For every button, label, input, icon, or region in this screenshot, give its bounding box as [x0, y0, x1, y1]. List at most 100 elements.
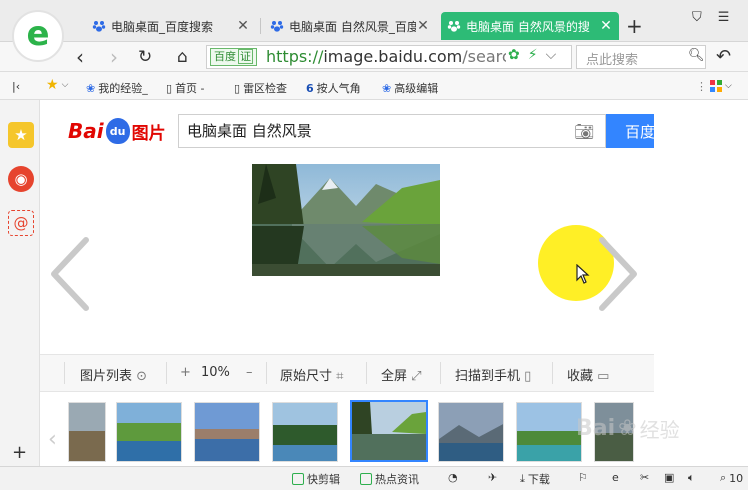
zoom-search-icon: ⌕	[720, 471, 727, 484]
favorite-label: 收藏	[567, 369, 594, 384]
tab-2-close-icon[interactable]: ✕	[416, 18, 430, 34]
toolbar-divider	[366, 362, 367, 384]
image-list-button[interactable]: 图片列表 ⊙	[80, 365, 147, 384]
hot-news-label: 热点资讯	[375, 473, 419, 486]
apps-grid-icon[interactable]: ⌵	[710, 80, 732, 92]
scan-to-phone-button[interactable]: 扫描到手机 ▯	[455, 365, 531, 384]
zoom-in-button[interactable]: +	[180, 365, 191, 380]
address-actions: ✿ ⚡ ⌵	[508, 47, 556, 63]
screenshot-icon[interactable]: ✂	[640, 471, 649, 484]
bookmark-item[interactable]: ❀ 我的经验_	[86, 80, 148, 96]
home-icon[interactable]: ⌂	[177, 44, 188, 70]
collapse-sidebar-icon[interactable]: |‹	[12, 80, 20, 93]
bookmark-item[interactable]: ❀ 高级编辑	[382, 80, 438, 96]
hot-news-button[interactable]: 热点资讯	[360, 471, 419, 487]
thumbnail[interactable]	[116, 402, 182, 462]
tab-1-close-icon[interactable]: ✕	[236, 18, 250, 34]
mute-icon[interactable]: ▣	[664, 471, 674, 484]
zoom-status[interactable]: ⌕ 10	[720, 471, 743, 485]
bookmark-label: 按人气角	[316, 82, 361, 95]
bookmark-item[interactable]: ▯ 雷区检查	[234, 80, 287, 96]
thumbnail[interactable]	[272, 402, 338, 462]
sidebar	[0, 100, 40, 466]
zoom-out-button[interactable]: –	[246, 365, 253, 380]
undo-icon[interactable]: ↶	[716, 46, 731, 67]
tab-1-label: 电脑桌面_百度搜索	[111, 19, 214, 34]
image-search-input[interactable]: 电脑桌面 自然风景	[178, 114, 606, 148]
watermark-logo: Bai ❀ 经验	[576, 414, 680, 443]
toolbar-divider	[166, 362, 167, 384]
skin-icon[interactable]: ⛉	[692, 10, 702, 25]
tab-1[interactable]: 电脑桌面_百度搜索 ✕	[86, 12, 256, 40]
lightning-icon[interactable]: ⚡	[528, 47, 538, 63]
chevron-down-icon[interactable]: ⌵	[546, 47, 557, 63]
watermark-text: Bai	[576, 416, 616, 441]
forward-icon[interactable]: ›	[110, 44, 118, 70]
bookmark-item[interactable]: ▯ 首页 -	[166, 80, 205, 96]
right-blank-panel	[654, 100, 748, 466]
browser-logo-icon[interactable]: e	[12, 10, 64, 62]
add-sidebar-icon[interactable]: +	[12, 442, 27, 463]
thumbnail-selected[interactable]	[350, 400, 428, 462]
tab-3-label: 电脑桌面 自然风景的搜	[466, 19, 590, 34]
thumbnail[interactable]	[68, 402, 106, 462]
speed-icon[interactable]: ◔	[448, 471, 458, 484]
fullscreen-button[interactable]: 全屏 ⤢	[381, 365, 422, 384]
logo-paw: du	[105, 118, 130, 144]
flag-icon[interactable]: ⚐	[578, 471, 588, 484]
next-image-arrow-icon[interactable]	[598, 236, 640, 315]
new-tab-icon[interactable]: +	[626, 14, 643, 38]
certificate-mark: 证	[238, 49, 253, 64]
search-icon[interactable]: 🔍︎	[688, 48, 705, 63]
play-icon	[292, 473, 304, 485]
download-button[interactable]: ⤓ 下载	[520, 471, 550, 487]
weibo-icon[interactable]: ◉	[8, 166, 34, 192]
thumbnail[interactable]	[438, 402, 504, 462]
search-input[interactable]: 点此搜索	[586, 49, 638, 68]
tab-3-close-icon[interactable]: ✕	[599, 18, 613, 34]
site-certificate-badge[interactable]: 百度证	[210, 48, 257, 66]
original-size-button[interactable]: 原始尺寸 ⌗	[280, 365, 343, 384]
camera-icon[interactable]: 📷︎	[574, 122, 594, 141]
mouse-cursor-icon	[576, 263, 590, 287]
toolbar-divider	[64, 362, 65, 384]
favorites-icon[interactable]: ★	[8, 122, 34, 148]
favorites-star-icon[interactable]: ★ ⌵	[46, 77, 68, 93]
ie-icon[interactable]: e	[612, 471, 619, 484]
back-icon[interactable]: ‹	[76, 44, 84, 70]
page-icon: ▯	[234, 81, 241, 95]
more-icon[interactable]: ⋮	[696, 80, 707, 93]
refresh-icon[interactable]: ↻	[138, 44, 152, 70]
shield-icon[interactable]: ✿	[508, 47, 520, 63]
original-size-icon: ⌗	[336, 369, 344, 384]
mail-icon[interactable]: @	[8, 210, 34, 236]
tab-2[interactable]: 电脑桌面 自然风景_百度 ✕	[264, 12, 436, 40]
previous-image-arrow-icon[interactable]	[48, 236, 90, 315]
menu-icon[interactable]: ☰	[718, 10, 730, 25]
quick-edit-button[interactable]: 快剪辑	[292, 471, 340, 487]
tab-divider	[260, 18, 261, 34]
url-text[interactable]: https://image.baidu.com/searc	[266, 47, 506, 66]
volume-icon[interactable]: 🔈︎	[688, 471, 695, 485]
strip-previous-icon[interactable]: ‹	[48, 427, 57, 452]
url-host: image.baidu.com	[323, 47, 463, 66]
tab-3-active[interactable]: 电脑桌面 自然风景的搜 ✕	[441, 12, 619, 40]
fullscreen-label: 全屏	[381, 369, 408, 384]
baidu-image-logo[interactable]: Bai du 图片	[68, 113, 166, 149]
page-icon: ▯	[166, 81, 173, 95]
browser-window: e 电脑桌面_百度搜索 ✕ 电脑桌面 自然风景_百度 ✕ 电脑桌面 自然风景的搜…	[0, 0, 748, 490]
thumbnail[interactable]	[194, 402, 260, 462]
favorite-button[interactable]: 收藏 ▭	[567, 365, 609, 384]
logo-text: Bai	[68, 119, 104, 143]
main-image[interactable]	[252, 164, 440, 276]
bookmark-item[interactable]: 6 按人气角	[306, 80, 361, 96]
bookmark-label: 高级编辑	[394, 82, 439, 95]
paw-icon: ❀	[382, 81, 392, 95]
tab-2-label: 电脑桌面 自然风景_百度	[289, 19, 416, 34]
thumbnail[interactable]	[516, 402, 582, 462]
fullscreen-icon: ⤢	[411, 369, 422, 384]
download-label: 下载	[527, 473, 550, 486]
bookmark-label: 我的经验_	[98, 82, 148, 95]
pin-icon[interactable]: ✈	[488, 471, 497, 484]
watermark-paw-icon: ❀	[618, 416, 637, 441]
